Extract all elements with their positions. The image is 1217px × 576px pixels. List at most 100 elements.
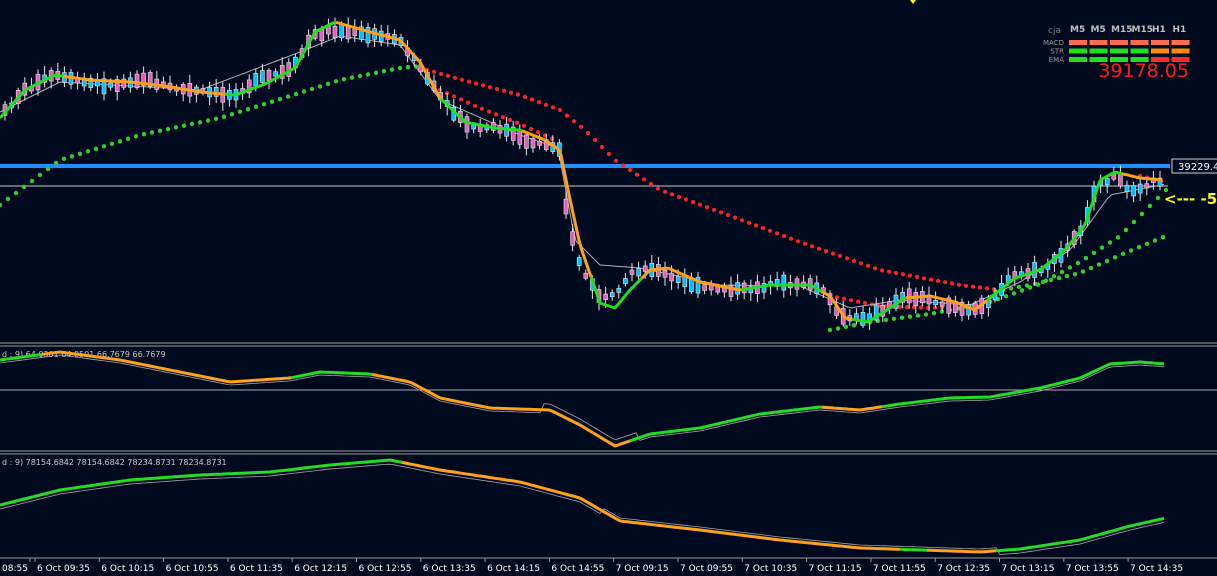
hud-signal-cell xyxy=(1110,48,1128,54)
trail-dot xyxy=(970,284,976,289)
trail-dot xyxy=(613,158,619,163)
time-tick-label: 08:55 xyxy=(2,564,28,574)
trail-dot xyxy=(585,130,591,136)
trail-dot xyxy=(221,114,227,119)
time-tick-label: 6 Oct 12:55 xyxy=(359,564,412,574)
trail-dot xyxy=(1075,260,1081,266)
time-tick-label: 6 Oct 10:15 xyxy=(101,564,154,574)
trail-dot xyxy=(851,258,857,263)
trail-dot xyxy=(1160,235,1166,240)
candle-body xyxy=(134,73,140,88)
trail-dot xyxy=(173,125,179,130)
trail-dot xyxy=(781,233,787,239)
trail-dot xyxy=(77,151,83,156)
trail-dot xyxy=(493,112,499,117)
candle-body xyxy=(603,293,608,300)
trail-dot xyxy=(886,269,892,274)
trail-dot xyxy=(445,73,451,78)
trail-dot xyxy=(301,89,307,94)
trail-dot xyxy=(851,323,857,328)
hud-timeframe-label: M15 xyxy=(1132,25,1153,35)
trail-dot xyxy=(451,94,457,99)
trail-dot xyxy=(397,65,403,71)
trail-dot xyxy=(690,200,696,205)
trail-dot xyxy=(1155,195,1161,201)
trail-dot xyxy=(438,71,444,76)
trail-dot xyxy=(872,266,878,271)
trail-dot xyxy=(1083,255,1089,261)
trail-dot xyxy=(507,117,513,123)
trail-dot xyxy=(45,166,51,172)
candle-body xyxy=(906,288,912,304)
trail-dot xyxy=(480,83,486,88)
trail-dot xyxy=(85,149,91,154)
trail-dot xyxy=(459,77,465,82)
candle-body xyxy=(939,301,945,307)
trail-dot xyxy=(1136,245,1142,250)
candle-body xyxy=(682,275,688,288)
time-tick-label: 7 Oct 09:15 xyxy=(616,564,669,574)
trail-dot xyxy=(550,105,556,110)
hud-signal-cell xyxy=(1171,48,1190,54)
trail-dot xyxy=(1104,258,1110,264)
hud-signal-cell xyxy=(1069,57,1087,62)
candle-body xyxy=(781,274,787,291)
trail-dot xyxy=(1163,187,1169,193)
candle-body xyxy=(260,70,265,83)
indicator-2-label: d : 9) 78154.6842 78154.6842 78234.8731 … xyxy=(2,458,227,467)
trail-dot xyxy=(767,228,773,233)
trail-dot xyxy=(923,312,929,317)
trail-dot xyxy=(1019,288,1025,293)
trail-dot xyxy=(564,113,570,118)
trail-dot xyxy=(1112,255,1118,260)
trail-dot xyxy=(333,79,339,84)
trail-dot xyxy=(732,215,738,220)
trail-dot xyxy=(963,283,969,288)
trail-dot xyxy=(165,126,171,132)
trail-dot xyxy=(753,223,759,228)
trail-dot xyxy=(893,270,899,276)
time-tick-label: 7 Oct 13:15 xyxy=(1002,564,1055,574)
hud-signal-cell xyxy=(1069,40,1087,45)
candle-body xyxy=(1131,185,1136,197)
hud-signal-cell xyxy=(1130,48,1149,54)
trail-dot xyxy=(788,236,794,241)
candle-body xyxy=(570,231,575,246)
time-tick-label: 6 Oct 09:35 xyxy=(37,564,90,574)
hud-row-label: MACD xyxy=(1043,39,1064,47)
trail-dot xyxy=(479,106,485,111)
hud-signal-cell xyxy=(1069,48,1087,54)
trail-dot xyxy=(1096,262,1102,267)
trail-dot xyxy=(261,102,267,107)
trail-dot xyxy=(1139,211,1145,217)
time-tick-label: 6 Oct 10:55 xyxy=(166,564,219,574)
trail-dot xyxy=(515,92,521,97)
trail-dot xyxy=(809,244,815,249)
trail-dot xyxy=(5,196,11,202)
trail-dot xyxy=(237,109,243,114)
candle-body xyxy=(623,278,628,285)
time-tick-label: 6 Oct 13:35 xyxy=(423,564,476,574)
trail-dot xyxy=(1024,283,1030,288)
trail-dot xyxy=(133,134,139,139)
trail-dot xyxy=(921,276,927,281)
time-tick-label: 7 Oct 12:35 xyxy=(937,564,990,574)
trail-dot xyxy=(844,256,850,261)
trail-dot xyxy=(599,144,605,150)
trail-dot xyxy=(669,192,675,197)
trail-dot xyxy=(899,315,905,320)
candle-body xyxy=(702,284,707,291)
hud-timeframe-label: H1 xyxy=(1152,25,1166,35)
trail-dot xyxy=(529,97,535,102)
trail-dot xyxy=(549,136,555,141)
level-price-label: 39229.4 xyxy=(1171,158,1217,174)
trail-dot xyxy=(437,87,443,93)
trail-dot xyxy=(21,184,27,190)
trail-dot xyxy=(522,94,528,99)
trail-dot xyxy=(205,118,211,123)
time-tick-label: 7 Oct 09:55 xyxy=(680,564,733,574)
time-tick-label: 6 Oct 14:15 xyxy=(487,564,540,574)
trading-chart[interactable]: 39229.4 <--- -53 cja M5M5M15M15H1H1 MACD… xyxy=(0,0,1217,576)
time-tick-label: 7 Oct 14:35 xyxy=(1130,564,1183,574)
trail-dot xyxy=(904,305,910,310)
